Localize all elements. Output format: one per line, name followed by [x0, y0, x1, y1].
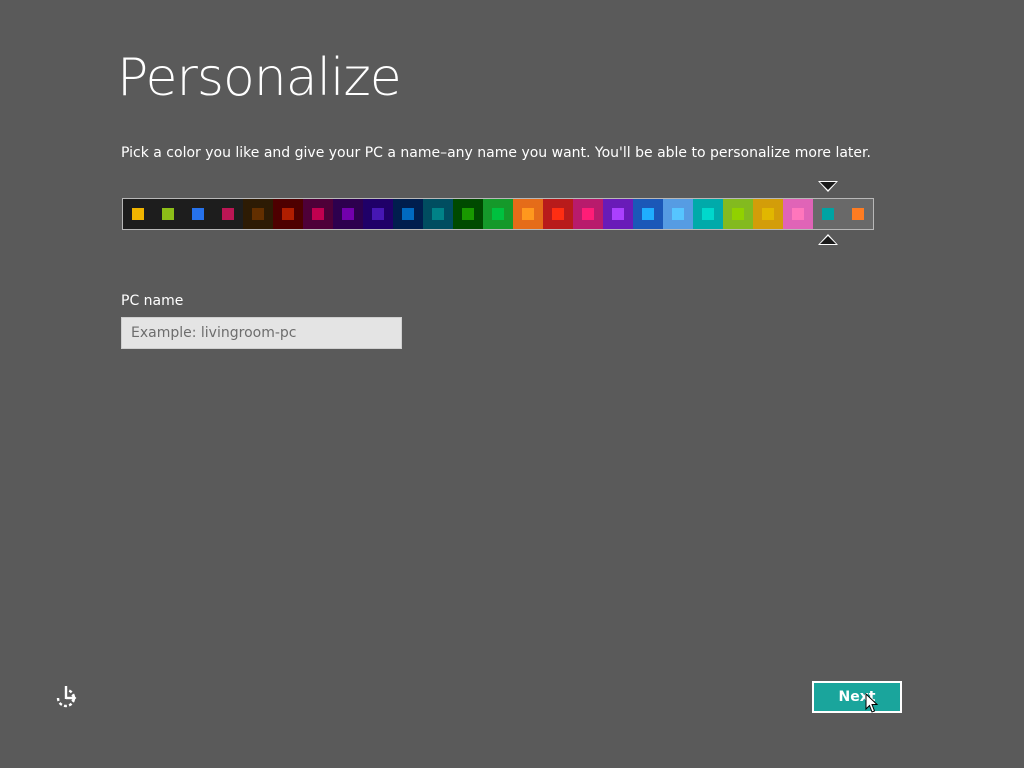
color-swatch[interactable] — [183, 199, 213, 229]
color-swatch-chip — [522, 208, 534, 220]
color-swatch-chip — [492, 208, 504, 220]
color-swatch[interactable] — [663, 199, 693, 229]
color-swatch-chip — [192, 208, 204, 220]
color-swatch-chip — [762, 208, 774, 220]
color-swatch[interactable] — [393, 199, 423, 229]
color-swatch[interactable] — [753, 199, 783, 229]
page-title: Personalize — [117, 48, 402, 108]
color-swatch-chip — [402, 208, 414, 220]
color-swatch-chip — [552, 208, 564, 220]
ease-of-access-icon[interactable] — [52, 684, 80, 712]
color-swatch[interactable] — [723, 199, 753, 229]
page-subtitle: Pick a color you like and give your PC a… — [121, 145, 871, 161]
color-swatch-chip — [222, 208, 234, 220]
pc-name-input[interactable] — [121, 317, 402, 349]
color-swatch[interactable] — [333, 199, 363, 229]
color-swatch[interactable] — [573, 199, 603, 229]
color-swatch-chip — [612, 208, 624, 220]
color-swatch-chip — [372, 208, 384, 220]
color-swatch[interactable] — [423, 199, 453, 229]
color-swatch[interactable] — [633, 199, 663, 229]
pc-name-label: PC name — [121, 293, 184, 309]
color-swatch-chip — [582, 208, 594, 220]
color-swatch-chip — [432, 208, 444, 220]
color-swatch-chip — [672, 208, 684, 220]
color-swatch[interactable] — [153, 199, 183, 229]
color-swatch-chip — [732, 208, 744, 220]
color-swatch-chip — [792, 208, 804, 220]
color-swatch[interactable] — [543, 199, 573, 229]
selected-color-indicator-bottom-icon — [818, 234, 838, 245]
color-swatch[interactable] — [693, 199, 723, 229]
color-swatch[interactable] — [483, 199, 513, 229]
selected-color-indicator-top-icon — [818, 181, 838, 192]
color-swatch[interactable] — [813, 199, 843, 229]
color-swatch-chip — [252, 208, 264, 220]
color-swatch-chip — [282, 208, 294, 220]
color-swatch[interactable] — [453, 199, 483, 229]
color-swatch[interactable] — [843, 199, 873, 229]
color-swatch-chip — [702, 208, 714, 220]
color-picker — [122, 198, 874, 230]
color-swatch[interactable] — [243, 199, 273, 229]
color-swatch-chip — [642, 208, 654, 220]
color-swatch-chip — [162, 208, 174, 220]
color-swatch[interactable] — [303, 199, 333, 229]
color-swatch-chip — [132, 208, 144, 220]
color-swatch-chip — [852, 208, 864, 220]
color-swatch[interactable] — [603, 199, 633, 229]
mouse-cursor-icon — [865, 693, 879, 713]
color-swatch-chip — [822, 208, 834, 220]
color-swatch[interactable] — [363, 199, 393, 229]
color-swatch[interactable] — [273, 199, 303, 229]
color-swatch-chip — [342, 208, 354, 220]
color-swatch[interactable] — [783, 199, 813, 229]
color-swatch-chip — [462, 208, 474, 220]
setup-page: Personalize Pick a color you like and gi… — [0, 0, 1024, 768]
color-swatch[interactable] — [213, 199, 243, 229]
color-swatch-chip — [312, 208, 324, 220]
next-button[interactable]: Next — [812, 681, 902, 713]
color-swatch[interactable] — [513, 199, 543, 229]
color-swatch[interactable] — [123, 199, 153, 229]
